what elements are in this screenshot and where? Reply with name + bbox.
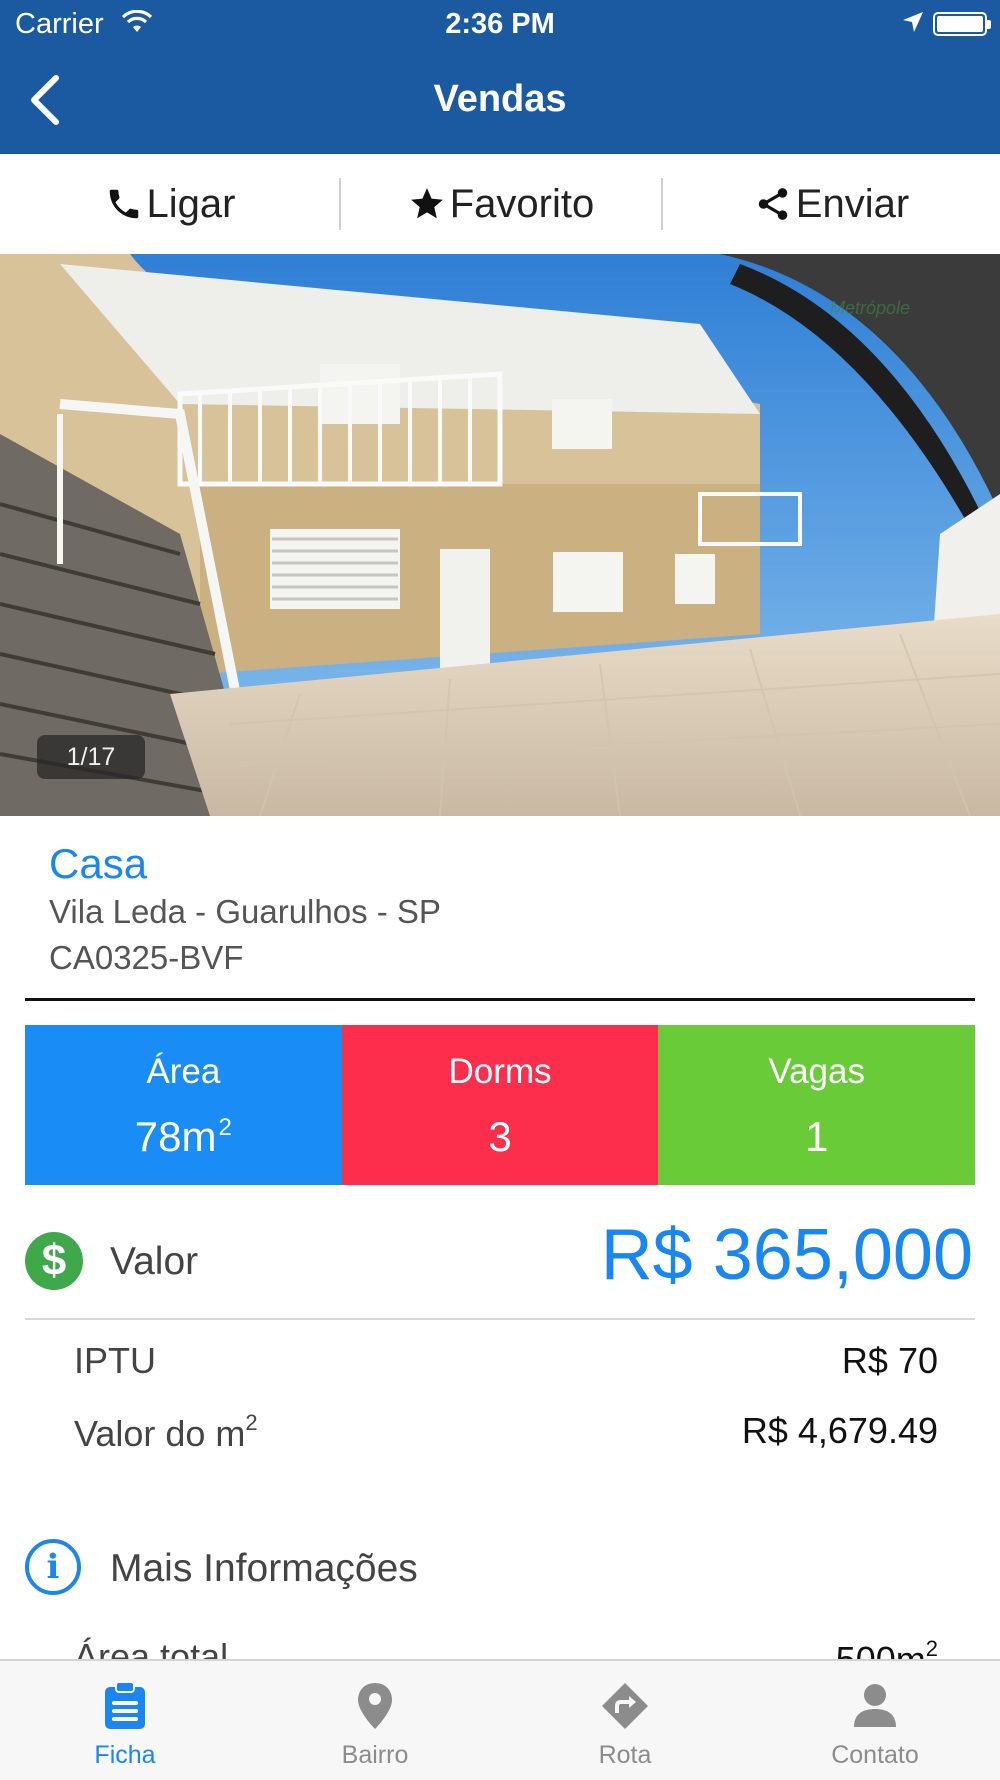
vagas-value: 1 [805,1113,829,1160]
dorms-label: Dorms [448,1052,552,1091]
vagas-label: Vagas [768,1052,865,1091]
star-icon [410,188,443,219]
page-title: Vendas [433,78,567,120]
favorite-label: Favorito [449,181,595,226]
location-arrow-icon [901,10,925,39]
iptu-label: IPTU [74,1340,157,1381]
map-pin-icon [250,1681,500,1731]
dollar-icon: $ [25,1232,83,1290]
area-label: Área [146,1052,221,1091]
price-per-m2-label: Valor do m2 [74,1410,258,1454]
share-label: Enviar [795,181,910,226]
top-bar: Carrier 2:36 PM Vendas [0,0,1000,154]
clipboard-icon [0,1681,250,1731]
tab-contato-label: Contato [831,1741,919,1769]
photo-counter: 1/17 [37,735,145,779]
tab-ficha[interactable]: Ficha [0,1661,250,1780]
more-info-title: Mais Informações [110,1547,418,1590]
info-icon: i [25,1539,81,1595]
tab-bairro[interactable]: Bairro [250,1661,500,1780]
iptu-value: R$ 70 [841,1340,938,1381]
price-per-m2-value: R$ 4,679.49 [741,1410,938,1451]
tab-bairro-label: Bairro [341,1741,409,1769]
property-photo[interactable]: Metrópole [0,254,1000,816]
call-label: Ligar [146,181,236,226]
share-icon [758,188,788,220]
valor-price: R$ 365,000 [600,1215,973,1295]
property-type: Casa [49,840,148,887]
action-bar: Ligar Favorito Enviar [0,154,1000,255]
call-button[interactable]: Ligar [0,154,340,254]
area-value: 78m2 [134,1113,232,1160]
divider [25,1318,975,1320]
favorite-button[interactable]: Favorito [341,154,661,254]
vagas-tile: Vagas 1 [658,1025,976,1185]
dorms-value: 3 [488,1113,512,1160]
tab-rota-label: Rota [598,1741,652,1769]
tab-contato[interactable]: Contato [750,1661,1000,1780]
battery-icon [933,12,991,36]
person-icon [750,1681,1000,1731]
status-bar: Carrier 2:36 PM [0,0,1000,50]
valor-label: Valor [110,1240,199,1283]
route-arrow-icon [500,1681,750,1731]
clock: 2:36 PM [445,8,555,40]
property-code: CA0325-BVF [49,939,244,976]
watermark-logo: Metrópole [830,298,910,318]
phone-icon [109,189,138,219]
tab-bar: Ficha Bairro Rota Contato [0,1659,1000,1780]
property-address: Vila Leda - Guarulhos - SP [49,893,441,930]
tab-rota[interactable]: Rota [500,1661,750,1780]
divider [25,998,975,1001]
share-button[interactable]: Enviar [663,154,1000,254]
stats-tiles: Área 78m2 Dorms 3 Vagas 1 [25,1025,976,1185]
tab-ficha-label: Ficha [94,1741,156,1769]
area-tile: Área 78m2 [25,1025,342,1185]
dorms-tile: Dorms 3 [341,1025,659,1185]
